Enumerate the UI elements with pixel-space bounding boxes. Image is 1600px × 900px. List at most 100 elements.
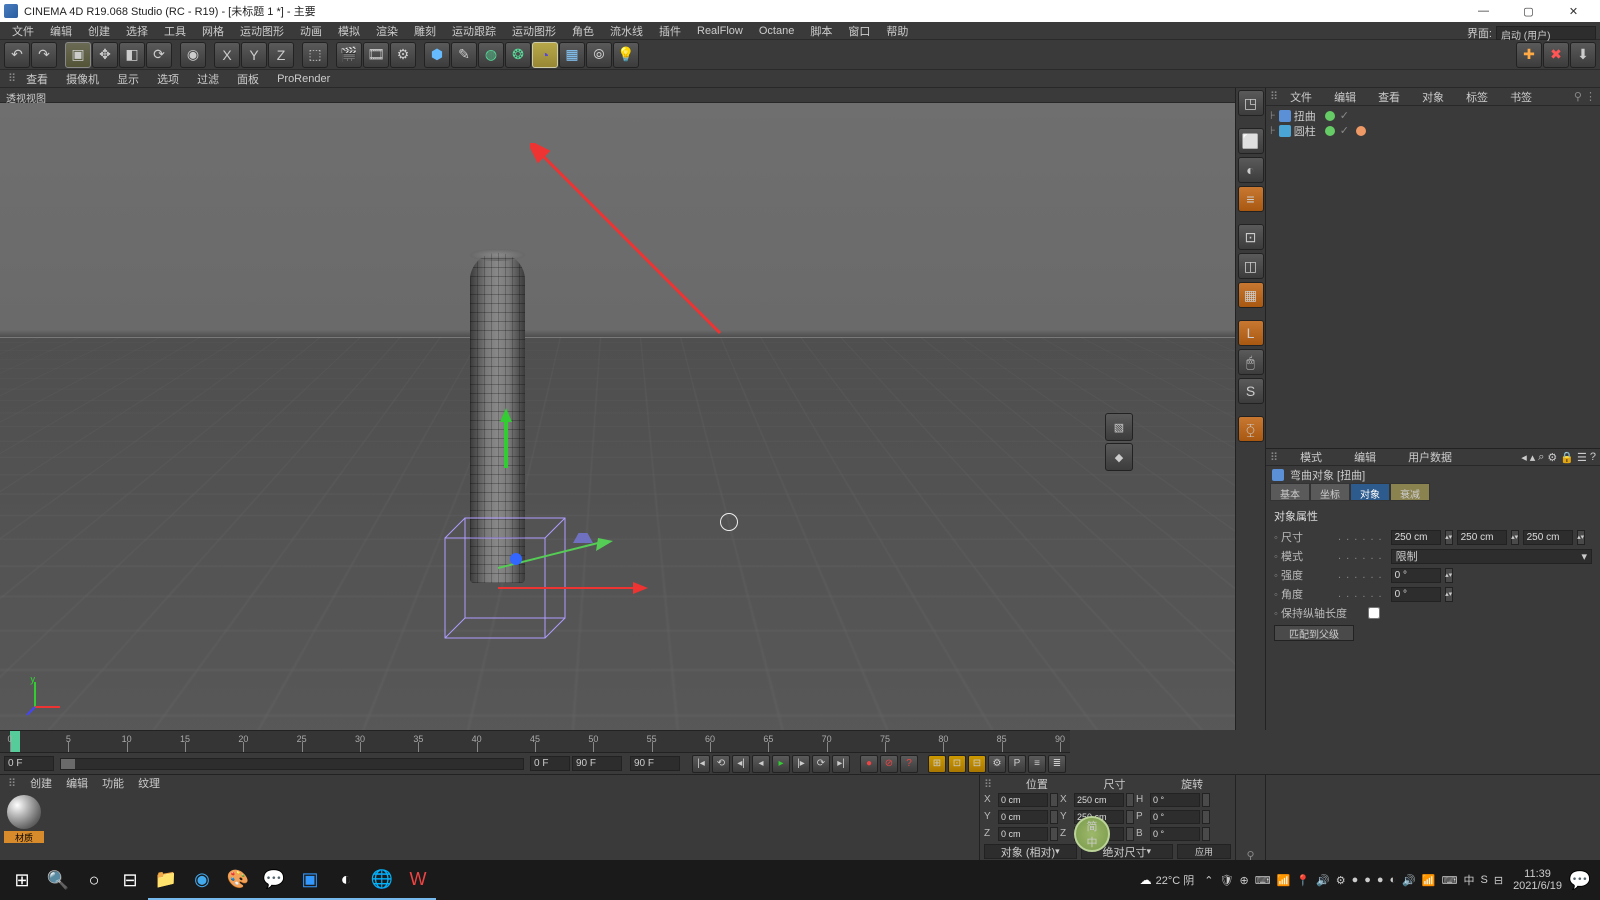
om-item-cylinder[interactable]: ⊦ 圆柱 ✓ [1270, 123, 1596, 138]
menu-script[interactable]: 脚本 [802, 22, 840, 40]
keysel-6[interactable]: ≣ [1048, 755, 1066, 773]
goto-end-button[interactable]: ▸| [832, 755, 850, 773]
tray-icon-8[interactable]: ● [1352, 874, 1359, 886]
coord-pos-Z[interactable] [998, 827, 1048, 841]
light-button[interactable]: 💡 [613, 42, 639, 68]
menu-render[interactable]: 渲染 [368, 22, 406, 40]
am-tab-object[interactable]: 对象 [1350, 483, 1390, 501]
goto-start-button[interactable]: |◂ [692, 755, 710, 773]
move-tool[interactable]: ✥ [92, 42, 118, 68]
menu-file[interactable]: 文件 [4, 22, 42, 40]
menu-realflow[interactable]: RealFlow [689, 24, 751, 38]
om-menu-objects[interactable]: 对象 [1412, 88, 1454, 106]
menu-motiontrack[interactable]: 运动跟踪 [444, 22, 504, 40]
render-settings-button[interactable]: ⚙ [390, 42, 416, 68]
axis-z-lock[interactable]: Z [268, 42, 294, 68]
vp-menu-view[interactable]: 查看 [18, 70, 56, 88]
om-menu-bookmarks[interactable]: 书签 [1500, 88, 1542, 106]
keysel-5[interactable]: ≡ [1028, 755, 1046, 773]
play-button[interactable]: ▸ [772, 755, 790, 773]
spinner[interactable]: ▴▾ [1577, 530, 1585, 545]
close-button[interactable]: ✕ [1551, 0, 1596, 22]
subdivision-button[interactable]: ◍ [478, 42, 504, 68]
mat-menu-function[interactable]: 功能 [102, 775, 124, 791]
material-name[interactable]: 材质 [4, 831, 44, 843]
system-tray[interactable]: ⌃🛡⊕⌨📶📍🔊⚙●●●◐🔊📶⌨中S⊟ [1204, 872, 1503, 888]
axis-y-lock[interactable]: Y [241, 42, 267, 68]
menu-simulate[interactable]: 模拟 [330, 22, 368, 40]
am-nav-back[interactable]: ◂ [1521, 451, 1527, 464]
y-axis-arrow-icon[interactable] [496, 408, 516, 468]
tray-icon-5[interactable]: 📍 [1296, 874, 1310, 887]
om-menu-tags[interactable]: 标签 [1456, 88, 1498, 106]
vp-menu-display[interactable]: 显示 [109, 70, 147, 88]
tray-icon-2[interactable]: ⊕ [1239, 874, 1248, 887]
coord-pos-X[interactable] [998, 793, 1048, 807]
center-handle-icon[interactable] [510, 553, 522, 565]
vp-menu-prorender[interactable]: ProRender [269, 72, 338, 86]
timeline-current-frame[interactable] [4, 756, 54, 771]
timeline-ruler[interactable]: 051015202530354045505560657075808590 [0, 730, 1070, 752]
mat-menu-texture[interactable]: 纹理 [138, 775, 160, 791]
model-mode-button[interactable]: ⬜ [1238, 128, 1264, 154]
am-size-z[interactable] [1523, 530, 1573, 545]
coord-system-button[interactable]: ⬚ [302, 42, 328, 68]
coord-pos-Y[interactable] [998, 810, 1048, 824]
perspective-viewport[interactable]: y 网格间距 : 1000 cm [0, 103, 1235, 752]
edge-taskbar-icon[interactable]: 🌐 [364, 860, 400, 900]
autokey-button[interactable]: ⊘ [880, 755, 898, 773]
coord-rot-B[interactable] [1150, 827, 1200, 841]
keysel-3[interactable]: ⊟ [968, 755, 986, 773]
keysel-4[interactable]: ⚙ [988, 755, 1006, 773]
menu-window[interactable]: 窗口 [840, 22, 878, 40]
menu-character[interactable]: 角色 [564, 22, 602, 40]
om-menu-edit[interactable]: 编辑 [1324, 88, 1366, 106]
make-editable-button[interactable]: ◳ [1238, 90, 1264, 116]
menu-snap[interactable]: 运动图形 [232, 22, 292, 40]
layout-reset-button[interactable]: ✖ [1543, 42, 1569, 68]
undo-button[interactable]: ↶ [4, 42, 30, 68]
loop-fwd-button[interactable]: ⟳ [812, 755, 830, 773]
notifications-button[interactable]: 💬 [1572, 860, 1588, 900]
coord-size-X[interactable] [1074, 793, 1124, 807]
keyopt-button[interactable]: ? [900, 755, 918, 773]
spinner[interactable]: ▴▾ [1445, 530, 1453, 545]
tray-icon-0[interactable]: ⌃ [1204, 874, 1213, 887]
scale-tool[interactable]: ◧ [119, 42, 145, 68]
tray-icon-13[interactable]: 📶 [1422, 874, 1436, 887]
prev-frame-button[interactable]: ◂ [752, 755, 770, 773]
mat-menu-edit[interactable]: 编辑 [66, 775, 88, 791]
timeline-range-slider[interactable] [60, 758, 524, 770]
coord-rot-P[interactable] [1150, 810, 1200, 824]
am-tab-basic[interactable]: 基本 [1270, 483, 1310, 501]
am-nav-menu[interactable]: ☰ [1577, 451, 1587, 464]
am-nav-search[interactable]: ⌕ [1538, 451, 1544, 464]
am-menu-userdata[interactable]: 用户数据 [1398, 448, 1462, 466]
wechat-taskbar-icon[interactable]: 💬 [256, 860, 292, 900]
magnet-button[interactable]: ⧲ [1238, 416, 1264, 442]
menu-animate[interactable]: 动画 [292, 22, 330, 40]
tray-icon-14[interactable]: ⌨ [1442, 874, 1458, 887]
snap-button[interactable]: S [1238, 378, 1264, 404]
browser-taskbar-icon[interactable]: ◉ [184, 860, 220, 900]
spinner[interactable]: ▴▾ [1511, 530, 1519, 545]
am-nav-up[interactable]: ▴ [1530, 451, 1536, 464]
visibility-toggle[interactable] [1325, 111, 1335, 121]
spinner[interactable]: ▴▾ [1445, 587, 1453, 602]
next-frame-button[interactable]: |▸ [792, 755, 810, 773]
vp-menu-filter[interactable]: 过滤 [189, 70, 227, 88]
taskview-button[interactable]: ⊟ [112, 860, 148, 900]
timeline-end2-frame[interactable] [630, 756, 680, 771]
explorer-taskbar-icon[interactable]: 📁 [148, 860, 184, 900]
am-nav-help[interactable]: ? [1590, 451, 1596, 463]
attr-side-icon-2[interactable]: ◆ [1105, 443, 1133, 471]
am-angle-input[interactable] [1391, 587, 1441, 602]
edges-mode-button[interactable]: ◫ [1238, 253, 1264, 279]
timeline-start-frame[interactable] [530, 756, 570, 771]
spinner[interactable]: ▴▾ [1445, 568, 1453, 583]
visibility-toggle[interactable] [1325, 126, 1335, 136]
tray-icon-11[interactable]: ◐ [1390, 874, 1397, 886]
ime-indicator-icon[interactable]: 简中 [1074, 816, 1110, 852]
record-button[interactable]: ● [860, 755, 878, 773]
menu-plugins[interactable]: 插件 [651, 22, 689, 40]
